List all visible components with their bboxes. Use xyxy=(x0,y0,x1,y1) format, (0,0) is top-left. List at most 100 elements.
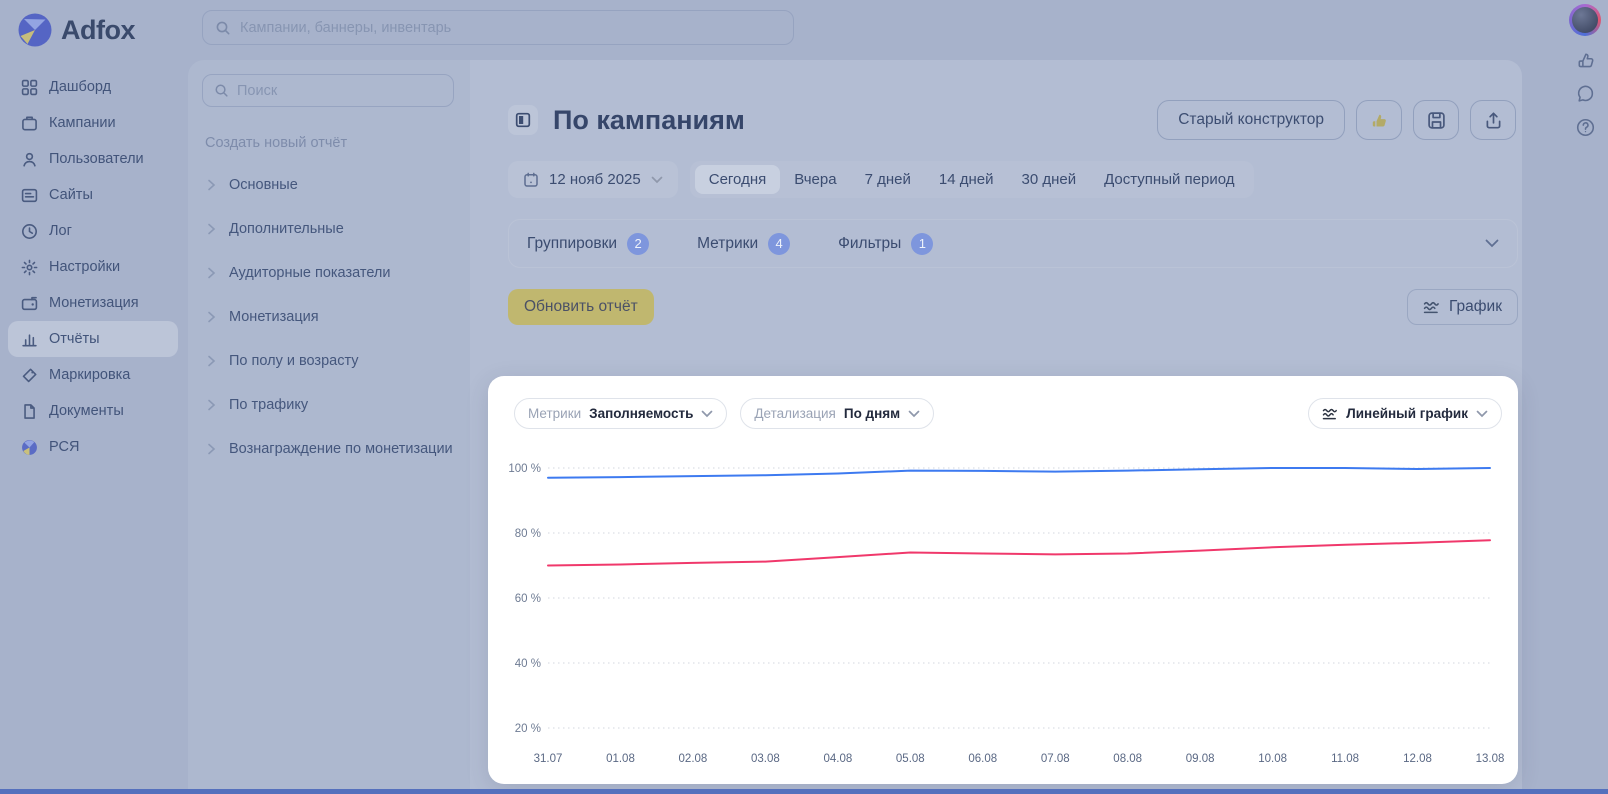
report-group-audience[interactable]: Аудиторные показатели xyxy=(202,251,458,295)
old-constructor-button[interactable]: Старый конструктор xyxy=(1157,100,1345,140)
sidebar-item-label: Сайты xyxy=(49,187,93,203)
metrics-select[interactable]: Метрики Заполняемость xyxy=(514,398,728,429)
sidebar-item-marking[interactable]: Маркировка xyxy=(8,357,178,393)
filter-bar-expand-chevron[interactable] xyxy=(1485,239,1499,248)
update-report-button[interactable]: Обновить отчёт xyxy=(508,289,654,325)
sidebar-item-rsya[interactable]: РСЯ xyxy=(8,429,178,465)
metrics-filter[interactable]: Метрики 4 xyxy=(697,232,791,255)
period-tabs: Сегодня Вчера 7 дней 14 дней 30 дней Дос… xyxy=(689,161,1254,198)
avatar[interactable] xyxy=(1569,4,1601,36)
svg-text:80 %: 80 % xyxy=(515,528,541,540)
sidebar-item-documents[interactable]: Документы xyxy=(8,393,178,429)
report-group-label: По трафику xyxy=(229,397,309,413)
detail-select[interactable]: Детализация По дням xyxy=(740,398,935,429)
groupings-filter[interactable]: Группировки 2 xyxy=(527,232,650,255)
sidebar-item-reports[interactable]: Отчёты xyxy=(8,321,178,357)
svg-text:40 %: 40 % xyxy=(515,658,541,670)
reports-search-input[interactable] xyxy=(237,82,442,99)
line-chart-icon xyxy=(1322,406,1338,422)
sidebar-item-sites[interactable]: Сайты xyxy=(8,177,178,213)
chevron-down-icon xyxy=(701,410,713,418)
report-group-gender-age[interactable]: По полу и возрасту xyxy=(202,339,458,383)
period-tab-30days[interactable]: 30 дней xyxy=(1007,165,1090,194)
svg-text:20 %: 20 % xyxy=(515,723,541,735)
sidebar-item-label: Лог xyxy=(49,223,72,239)
reports-search[interactable] xyxy=(202,74,454,107)
content-panel: Создать новый отчёт Основные Дополнитель… xyxy=(188,60,1522,789)
period-tab-14days[interactable]: 14 дней xyxy=(925,165,1008,194)
sidebar-item-label: Отчёты xyxy=(49,331,100,347)
sidebar-item-label: Дашборд xyxy=(49,79,112,95)
metrics-select-value: Заполняемость xyxy=(589,406,694,421)
bottom-accent-strip xyxy=(0,789,1608,794)
report-group-label: По полу и возрасту xyxy=(229,353,359,369)
period-tab-yesterday[interactable]: Вчера xyxy=(780,165,850,194)
monetization-icon xyxy=(21,295,38,312)
period-tab-7days[interactable]: 7 дней xyxy=(851,165,925,194)
chart-toggle-button[interactable]: График xyxy=(1407,289,1518,325)
line-chart[interactable]: 100 % 80 % 60 % 40 % 20 % 31.07 01.08 02.08 03.0… xyxy=(500,434,1508,774)
adfox-app: Adfox Дашборд Кампании Пользователи Сайт… xyxy=(0,0,1608,794)
sidebar: Adfox Дашборд Кампании Пользователи Сайт… xyxy=(0,0,186,794)
date-picker[interactable]: 12 нояб 2025 xyxy=(508,161,678,198)
groupings-count-badge: 2 xyxy=(627,232,650,255)
svg-text:09.08: 09.08 xyxy=(1186,753,1215,765)
chart-card: Метрики Заполняемость Детализация По дня… xyxy=(488,376,1518,784)
sidebar-item-users[interactable]: Пользователи xyxy=(8,141,178,177)
calendar-icon xyxy=(523,172,539,188)
detail-select-value: По дням xyxy=(843,406,901,421)
save-report-button[interactable] xyxy=(1413,100,1459,140)
report-group-label: Основные xyxy=(229,177,298,193)
adfox-logo-icon xyxy=(18,13,52,47)
adfox-logo[interactable]: Adfox xyxy=(0,0,186,47)
report-group-label: Дополнительные xyxy=(229,221,344,237)
svg-text:01.08: 01.08 xyxy=(606,753,635,765)
sidebar-item-label: Маркировка xyxy=(49,367,131,383)
create-report-label[interactable]: Создать новый отчёт xyxy=(205,135,458,151)
date-value: 12 нояб 2025 xyxy=(549,171,641,188)
global-search[interactable] xyxy=(202,10,794,45)
svg-text:13.08: 13.08 xyxy=(1476,753,1505,765)
like-icon[interactable] xyxy=(1575,49,1596,70)
chat-icon[interactable] xyxy=(1575,83,1596,104)
export-report-button[interactable] xyxy=(1470,100,1516,140)
chart-type-select[interactable]: Линейный график xyxy=(1308,398,1502,429)
sidebar-item-log[interactable]: Лог xyxy=(8,213,178,249)
global-search-input[interactable] xyxy=(240,19,781,36)
report-group-monetization[interactable]: Монетизация xyxy=(202,295,458,339)
chevron-right-icon xyxy=(207,355,216,367)
period-tab-available[interactable]: Доступный период xyxy=(1090,165,1248,194)
search-icon xyxy=(215,20,231,36)
collapse-panel-icon[interactable] xyxy=(508,105,538,135)
report-group-label: Аудиторные показатели xyxy=(229,265,391,281)
svg-text:02.08: 02.08 xyxy=(679,753,708,765)
report-group-label: Монетизация xyxy=(229,309,319,325)
report-group-main[interactable]: Основные xyxy=(202,163,458,207)
svg-text:12.08: 12.08 xyxy=(1403,753,1432,765)
sidebar-item-campaigns[interactable]: Кампании xyxy=(8,105,178,141)
settings-icon xyxy=(21,259,38,276)
svg-text:10.08: 10.08 xyxy=(1258,753,1287,765)
period-tab-today[interactable]: Сегодня xyxy=(694,165,781,194)
report-group-traffic[interactable]: По трафику xyxy=(202,383,458,427)
sidebar-nav: Дашборд Кампании Пользователи Сайты Лог … xyxy=(0,69,186,465)
sidebar-item-dashboard[interactable]: Дашборд xyxy=(8,69,178,105)
users-icon xyxy=(21,151,38,168)
report-group-additional[interactable]: Дополнительные xyxy=(202,207,458,251)
help-icon[interactable] xyxy=(1575,117,1596,138)
dashboard-icon xyxy=(21,79,38,96)
svg-text:11.08: 11.08 xyxy=(1331,753,1359,765)
rsya-icon xyxy=(21,439,38,456)
chevron-down-icon xyxy=(908,410,920,418)
groupings-label: Группировки xyxy=(527,234,618,252)
like-report-button[interactable] xyxy=(1356,100,1402,140)
sidebar-item-monetization[interactable]: Монетизация xyxy=(8,285,178,321)
report-group-reward[interactable]: Вознаграждение по монетизации xyxy=(202,427,458,471)
reports-icon xyxy=(21,331,38,348)
svg-text:07.08: 07.08 xyxy=(1041,753,1070,765)
sidebar-item-settings[interactable]: Настройки xyxy=(8,249,178,285)
filters-filter[interactable]: Фильтры 1 xyxy=(838,232,934,255)
chevron-right-icon xyxy=(207,311,216,323)
chevron-right-icon xyxy=(207,399,216,411)
log-icon xyxy=(21,223,38,240)
